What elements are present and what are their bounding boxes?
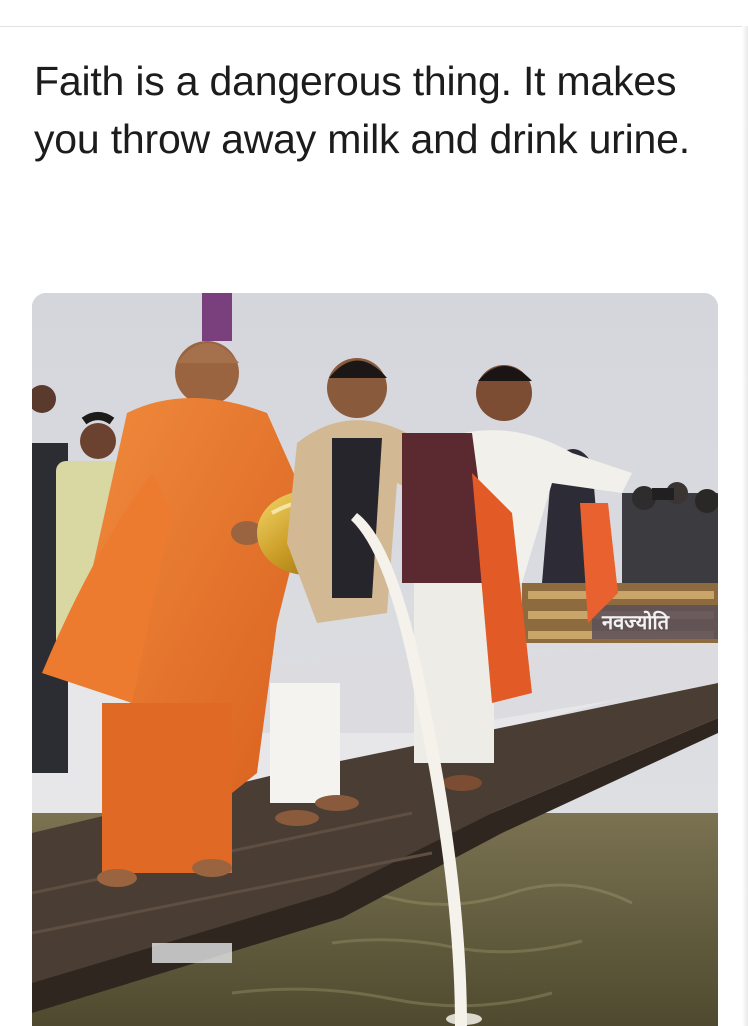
post-caption: Faith is a dangerous thing. It makes you… [34, 58, 690, 162]
page-edge-shadow [742, 26, 748, 1026]
banner: नवज्योति [592, 605, 718, 639]
banner-text: नवज्योति [601, 610, 671, 634]
post-photo: नवज्योति [32, 293, 718, 1026]
top-divider [0, 0, 748, 27]
photo-illustration: नवज्योति [32, 293, 718, 1026]
purple-pole [202, 293, 232, 341]
